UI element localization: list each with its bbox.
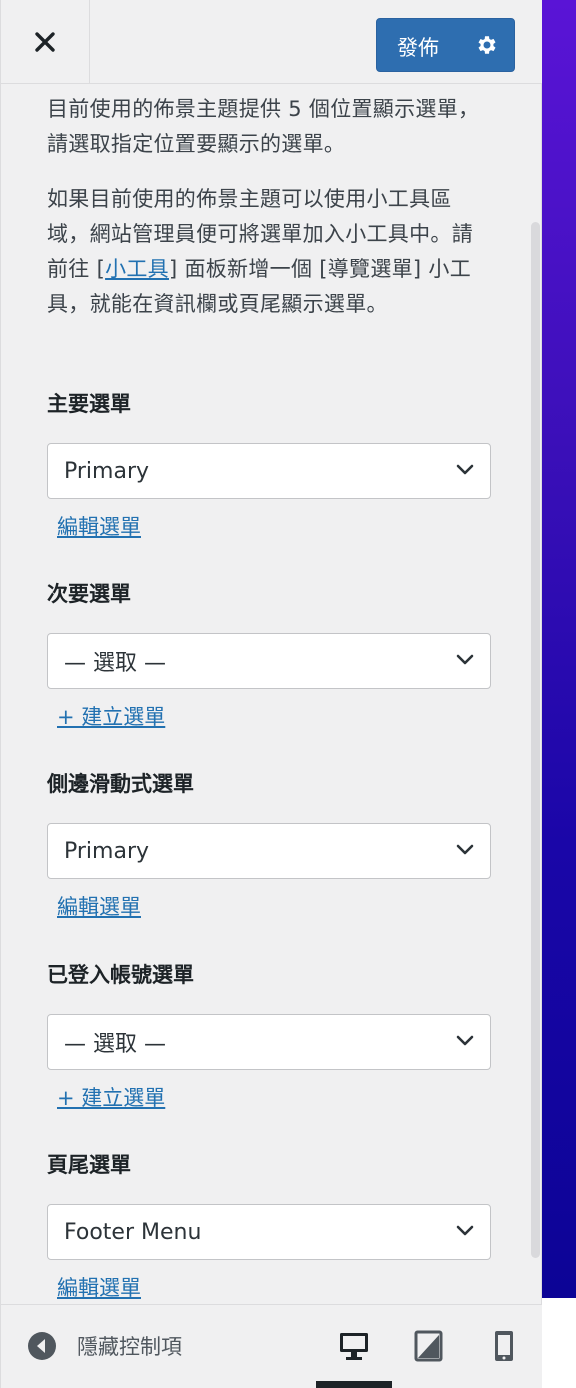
site-preview-blank (542, 1298, 576, 1388)
location-title-logged-in: 已登入帳號選單 (47, 963, 194, 987)
chevron-down-icon (456, 844, 474, 855)
location-select-secondary[interactable]: — 選取 — (47, 633, 491, 689)
publish-divider (461, 19, 462, 71)
site-preview (542, 0, 576, 1298)
location-select-logged-in[interactable]: — 選取 — (47, 1014, 491, 1070)
select-value: — 選取 — (64, 651, 166, 676)
widgets-link[interactable]: 小工具 (105, 257, 169, 281)
chevron-down-icon (456, 654, 474, 665)
publish-label: 發佈 (397, 36, 439, 60)
location-select-footer[interactable]: Footer Menu (47, 1204, 491, 1260)
publish-button[interactable]: 發佈 (376, 18, 515, 72)
chevron-down-icon (456, 1225, 474, 1236)
customizer-header: 發佈 (1, 0, 542, 84)
hide-controls-label: 隱藏控制項 (77, 1335, 182, 1359)
select-value: Footer Menu (64, 1219, 202, 1245)
mobile-icon[interactable] (488, 1329, 520, 1363)
desktop-icon[interactable] (338, 1329, 370, 1363)
customizer-panel: 發佈 目前使用的佈景主題提供 5 個位置顯示選單，請選取指定位置要顯示的選單。 … (0, 0, 542, 1388)
location-title-slideout: 側邊滑動式選單 (47, 772, 194, 796)
location-title-primary: 主要選單 (47, 392, 131, 416)
close-icon (35, 32, 55, 52)
edit-menu-link-slideout[interactable]: 編輯選單 (57, 891, 141, 921)
hide-controls-button[interactable]: 隱藏控制項 (27, 1331, 182, 1361)
gear-icon[interactable] (475, 33, 499, 57)
tablet-icon[interactable] (413, 1329, 445, 1363)
chevron-down-icon (456, 464, 474, 475)
description-paragraph-1: 目前使用的佈景主題提供 5 個位置顯示選單，請選取指定位置要顯示的選單。 (47, 97, 480, 156)
select-value: Primary (64, 458, 150, 484)
panel-scrollbar[interactable] (531, 222, 540, 1258)
description-paragraph-2: 如果目前使用的佈景主題可以使用小工具區域，網站管理員便可將選單加入小工具中。請前… (47, 182, 492, 322)
location-select-slideout[interactable]: Primary (47, 823, 491, 879)
active-device-indicator (316, 1381, 392, 1388)
edit-menu-link-primary[interactable]: 編輯選單 (57, 511, 141, 541)
select-value: — 選取 — (64, 1032, 166, 1057)
select-value: Primary (64, 838, 150, 864)
customizer-footer: 隱藏控制項 (1, 1304, 542, 1388)
arrow-left-circle-icon (28, 1332, 56, 1360)
create-menu-link-logged-in[interactable]: + 建立選單 (57, 1082, 165, 1112)
location-select-primary[interactable]: Primary (47, 443, 491, 499)
edit-menu-link-footer[interactable]: 編輯選單 (57, 1272, 141, 1302)
location-title-footer: 頁尾選單 (47, 1153, 131, 1177)
close-button[interactable] (1, 0, 90, 84)
location-title-secondary: 次要選單 (47, 582, 131, 606)
chevron-down-icon (456, 1035, 474, 1046)
create-menu-link-secondary[interactable]: + 建立選單 (57, 701, 165, 731)
